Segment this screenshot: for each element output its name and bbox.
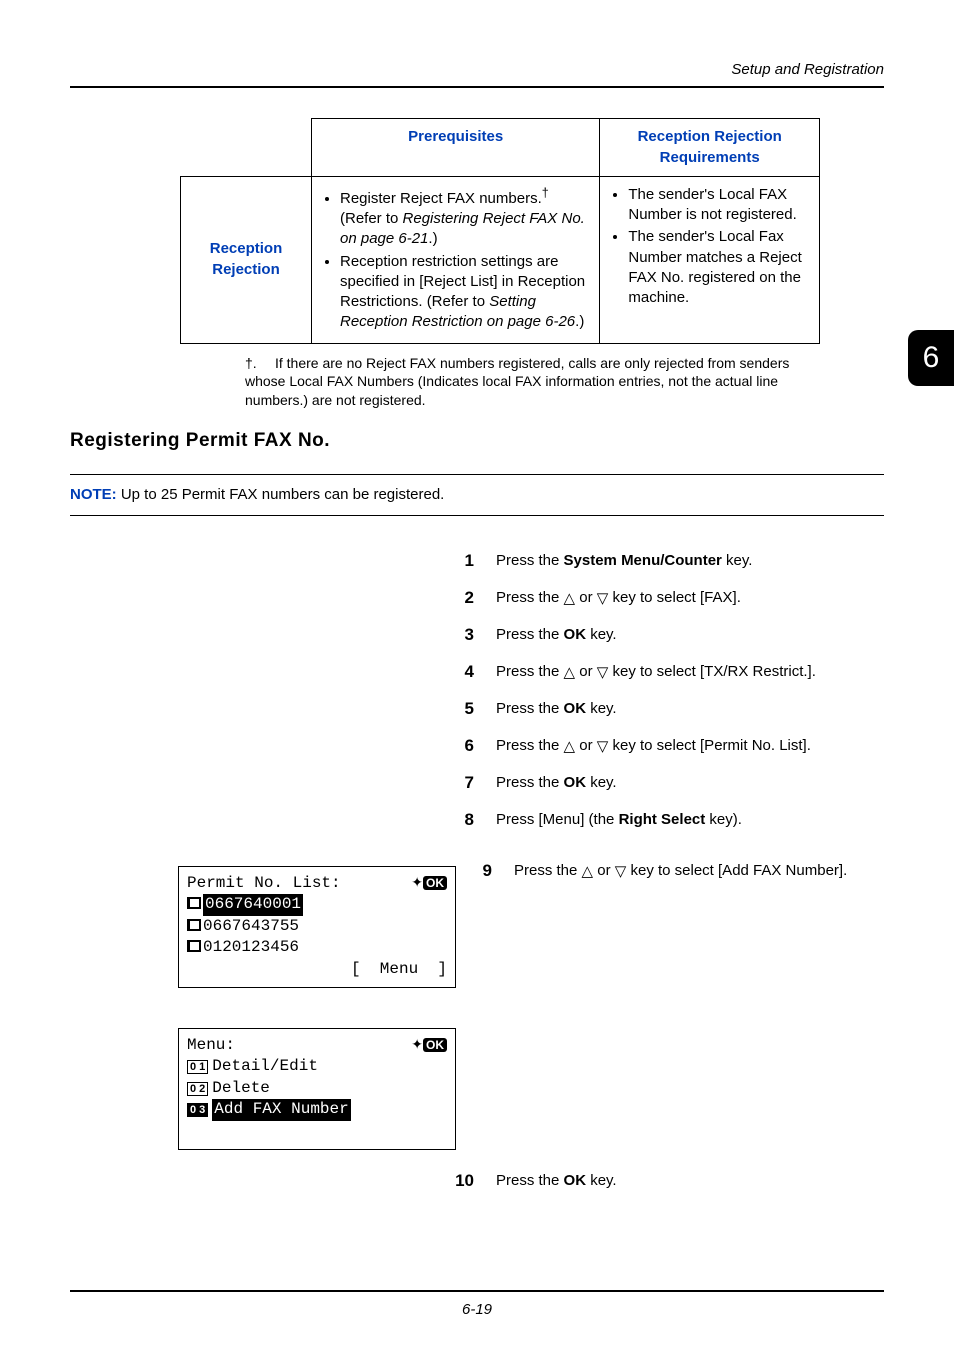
note-label: NOTE:	[70, 486, 117, 503]
up-triangle-icon: △	[564, 737, 576, 757]
page-number: 6-19	[0, 1300, 954, 1320]
step-1: Press the System Menu/Counter key.	[496, 550, 752, 573]
col-req: Reception Rejection Requirements	[600, 119, 820, 177]
down-triangle-icon: ▽	[615, 862, 627, 882]
requirements-table: Prerequisites Reception Rejection Requir…	[180, 118, 820, 343]
table-footnote: †.If there are no Reject FAX numbers reg…	[245, 354, 805, 411]
step-7: Press the OK key.	[496, 772, 617, 795]
cell-prereq: Register Reject FAX numbers.† (Refer to …	[312, 176, 600, 343]
softkey-menu: [ Menu ]	[187, 959, 447, 981]
section-title: Registering Permit FAX No.	[70, 428, 884, 454]
lcd-permit-list: Permit No. List:✦OK 0667640001 066764375…	[178, 866, 456, 988]
fax-icon	[187, 919, 201, 931]
cell-req: The sender's Local FAX Number is not reg…	[600, 176, 820, 343]
step-3: Press the OK key.	[496, 624, 617, 647]
ok-icon: OK	[423, 1038, 447, 1052]
ok-icon: OK	[423, 876, 447, 890]
note-box: NOTE: Up to 25 Permit FAX numbers can be…	[70, 474, 884, 516]
fax-icon	[187, 897, 201, 909]
nav-diamond-icon: ✦	[411, 1036, 421, 1052]
step-10: Press the OK key.	[496, 1170, 617, 1193]
row-reception-rejection: Reception Rejection	[181, 176, 312, 343]
steps-list: 1Press the System Menu/Counter key. 2Pre…	[446, 550, 884, 832]
step-6: Press the △ or ▽ key to select [Permit N…	[496, 735, 811, 758]
fax-icon	[187, 940, 201, 952]
down-triangle-icon: ▽	[597, 663, 609, 683]
step-8: Press [Menu] (the Right Select key).	[496, 809, 742, 832]
header-rule	[70, 86, 884, 88]
col-prereq: Prerequisites	[312, 119, 600, 177]
chapter-tab: 6	[908, 330, 954, 386]
step-4: Press the △ or ▽ key to select [TX/RX Re…	[496, 661, 816, 684]
up-triangle-icon: △	[564, 663, 576, 683]
lcd-menu: Menu:✦OK 0 1Detail/Edit 0 2Delete 0 3Add…	[178, 1028, 456, 1150]
footer-rule	[70, 1290, 884, 1292]
step-9: Press the △ or ▽ key to select [Add FAX …	[514, 860, 847, 883]
nav-diamond-icon: ✦	[411, 874, 421, 890]
down-triangle-icon: ▽	[597, 589, 609, 609]
running-header: Setup and Registration	[70, 60, 884, 80]
step-5: Press the OK key.	[496, 698, 617, 721]
up-triangle-icon: △	[564, 589, 576, 609]
step-2: Press the △ or ▽ key to select [FAX].	[496, 587, 741, 610]
down-triangle-icon: ▽	[597, 737, 609, 757]
up-triangle-icon: △	[582, 862, 594, 882]
